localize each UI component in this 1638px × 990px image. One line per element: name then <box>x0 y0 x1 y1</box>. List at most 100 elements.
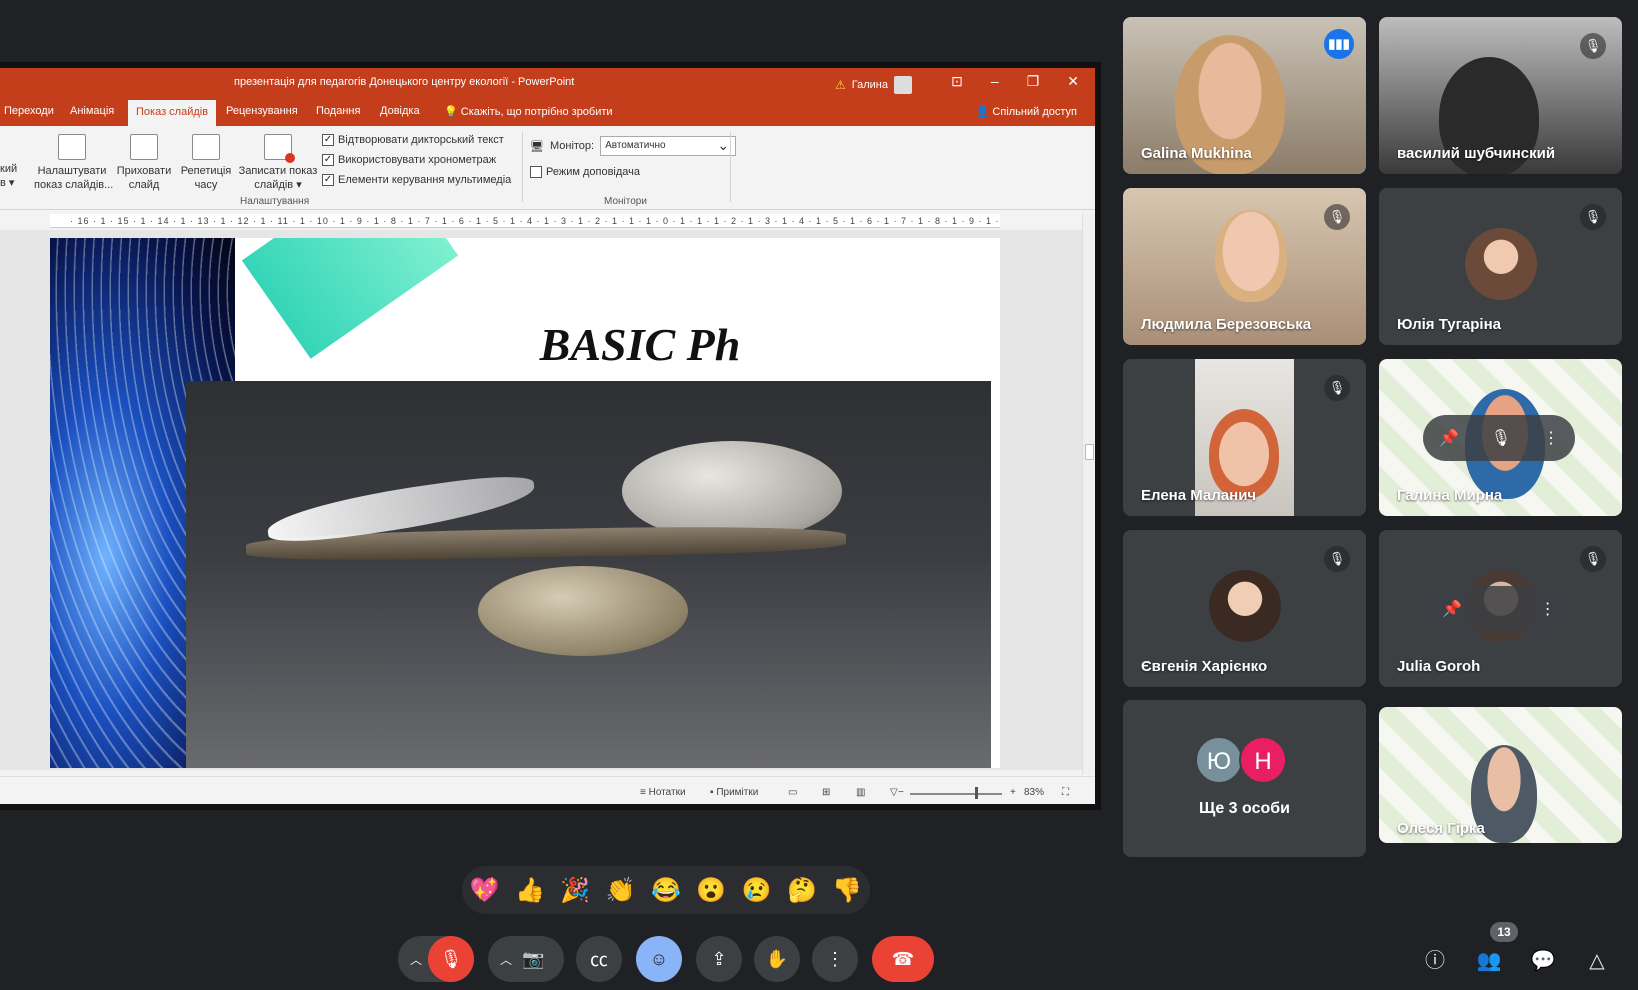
pin-icon[interactable]: 📌 <box>1439 428 1459 448</box>
activities-icon[interactable]: △ <box>1582 946 1612 976</box>
leave-call-button[interactable]: ☎ <box>872 936 934 982</box>
tell-me-search[interactable]: 💡 Скажіть, що потрібно зробити <box>444 105 613 118</box>
raise-hand-button[interactable]: ✋ <box>754 936 800 982</box>
media-controls-checkbox[interactable]: ✓ Елементи керування мультимедіа <box>322 174 511 186</box>
tab-help[interactable]: Довідка <box>380 105 420 117</box>
presenter-view-checkbox[interactable]: Режим доповідача <box>530 166 640 178</box>
fit-to-window-icon[interactable]: ⛶ <box>1062 787 1069 798</box>
camera-control-group[interactable]: ︿ 📷 <box>488 936 564 982</box>
participant-tile[interactable]: 📌 ⋮ 🎙 Julia Goroh <box>1379 530 1622 687</box>
slide-balance-photo <box>186 381 991 768</box>
tab-transitions[interactable]: Переходи <box>4 105 54 117</box>
zoom-in-icon[interactable]: + <box>1010 787 1016 798</box>
zoom-level[interactable]: 83% <box>1024 787 1044 798</box>
meeting-info-icon[interactable]: ⓘ <box>1420 946 1450 976</box>
monitor-icon: 🖥 <box>530 140 544 153</box>
reaction-thumbs-down[interactable]: 👎 <box>832 876 862 905</box>
participant-tile[interactable]: 🎙 Людмила Березовська <box>1123 188 1366 345</box>
hide-slide-icon <box>130 134 158 160</box>
play-narrations-label: Відтворювати дикторський текст <box>338 134 504 146</box>
reaction-thumbs-up[interactable]: 👍 <box>515 876 545 905</box>
participant-name: Юлія Тугаріна <box>1397 316 1501 333</box>
play-narrations-checkbox[interactable]: ✓ Відтворювати дикторський текст <box>322 134 504 146</box>
reaction-sad[interactable]: 😢 <box>742 876 772 905</box>
participant-tile[interactable]: ▮▮▮ Galina Mukhina <box>1123 17 1366 174</box>
minimize-icon[interactable]: – <box>991 73 999 90</box>
present-screen-icon: ⇪ <box>711 948 727 969</box>
participant-tile[interactable]: 🎙 василий шубчинский <box>1379 17 1622 174</box>
participant-tile[interactable]: 🎙 Елена Маланич <box>1123 359 1366 516</box>
participant-initial-avatar: Ю <box>1195 736 1243 784</box>
comments-button[interactable]: ▪ Примітки <box>710 787 758 798</box>
restore-icon[interactable]: ❐ <box>1027 73 1040 90</box>
monitor-dropdown[interactable]: Автоматично <box>600 136 737 156</box>
participant-tile[interactable]: 🎙 Юлія Тугаріна <box>1379 188 1622 345</box>
shared-screen-powerpoint: презентація для педагогів Донецького цен… <box>0 62 1101 810</box>
mic-off-icon: 🎙 <box>1580 33 1606 59</box>
group-setup-label: Налаштування <box>240 196 310 207</box>
rehearse-timings-button[interactable]: Репетиція часу <box>180 134 232 192</box>
tab-view[interactable]: Подання <box>316 105 360 117</box>
normal-view-icon[interactable]: ▭ <box>788 787 797 798</box>
reading-view-icon[interactable]: ▥ <box>856 787 865 798</box>
setup-show-button[interactable]: Налаштувати показ слайдів... <box>34 134 113 192</box>
zoom-slider-thumb[interactable] <box>975 787 978 799</box>
vertical-scrollbar[interactable] <box>1082 214 1095 774</box>
captions-button[interactable]: ㏄ <box>576 936 622 982</box>
notes-button[interactable]: ≡ Нотатки <box>640 787 686 798</box>
chat-icon[interactable]: 💬 <box>1528 946 1558 976</box>
tile-hover-controls: 📌 ⋮ <box>1423 586 1575 632</box>
reaction-heart[interactable]: 💖 <box>470 876 500 905</box>
more-options-icon[interactable]: ⋮ <box>1540 599 1556 619</box>
people-icon[interactable]: 👥 <box>1474 946 1504 976</box>
scrollbar-thumb[interactable] <box>1085 444 1094 460</box>
comments-label: Примітки <box>716 787 759 798</box>
checkmark-icon: ✓ <box>322 134 334 146</box>
horizontal-ruler: · 16 · 1 · 15 · 1 · 14 · 1 · 13 · 1 · 12… <box>50 214 1000 228</box>
mute-participant-icon[interactable]: 🎙 <box>1491 428 1511 448</box>
share-button[interactable]: 👤 Спільний доступ <box>976 105 1077 118</box>
slideshow-view-icon[interactable]: ▽ <box>890 787 898 798</box>
participant-tile[interactable]: 📌 🎙 ⋮ Галина Мирна <box>1379 359 1622 516</box>
pin-icon[interactable]: 📌 <box>1442 599 1462 619</box>
ribbon-partial-button[interactable]: кий в ▾ <box>0 162 17 190</box>
zoom-out-icon[interactable]: − <box>898 787 904 798</box>
tile-hover-controls: 📌 🎙 ⋮ <box>1423 415 1575 461</box>
participant-name: Галина Мирна <box>1397 487 1503 504</box>
ppt-title-bar: презентація для педагогів Донецького цен… <box>0 68 1095 96</box>
ribbon-display-icon[interactable]: ⊡ <box>951 73 963 90</box>
group-monitors-label: Монітори <box>604 196 647 207</box>
close-icon[interactable]: ✕ <box>1067 73 1079 90</box>
reaction-surprised[interactable]: 😮 <box>696 876 726 905</box>
reaction-clap[interactable]: 👏 <box>606 876 636 905</box>
tab-slide-show[interactable]: Показ слайдів <box>128 100 217 127</box>
tab-review[interactable]: Рецензування <box>226 105 298 117</box>
reactions-button[interactable]: ☺ <box>636 936 682 982</box>
hide-slide-button[interactable]: Приховати слайд <box>114 134 174 192</box>
chevron-up-icon[interactable]: ︿ <box>500 951 512 968</box>
participant-tile[interactable]: 🎙 Євгенія Харієнко <box>1123 530 1366 687</box>
mic-toggle-button[interactable]: 🎙 <box>428 936 474 982</box>
more-participants-tile[interactable]: Ю Н Ще 3 особи <box>1123 700 1366 857</box>
use-timings-checkbox[interactable]: ✓ Використовувати хронометраж <box>322 154 496 166</box>
tab-animation[interactable]: Анімація <box>70 105 114 117</box>
more-vert-icon: ⋮ <box>826 948 844 969</box>
reaction-party[interactable]: 🎉 <box>560 876 590 905</box>
present-button[interactable]: ⇪ <box>696 936 742 982</box>
participant-count-badge: 13 <box>1490 922 1518 942</box>
chevron-up-icon[interactable]: ︿ <box>410 951 422 968</box>
presenter-view-label: Режим доповідача <box>546 166 641 178</box>
more-options-icon[interactable]: ⋮ <box>1543 428 1559 448</box>
zoom-slider[interactable] <box>910 793 1002 795</box>
record-slideshow-button[interactable]: Записати показ слайдів ▾ <box>236 134 320 192</box>
participant-name: василий шубчинский <box>1397 145 1556 162</box>
slide-canvas[interactable]: BASIC Ph <box>50 238 1000 768</box>
mic-off-icon: 🎙 <box>439 948 463 969</box>
reaction-laugh[interactable]: 😂 <box>651 876 681 905</box>
more-people-label: Ще 3 особи <box>1199 800 1290 817</box>
participant-tile[interactable]: Олеся Гірка <box>1379 707 1622 843</box>
slide-sorter-icon[interactable]: ⊞ <box>822 787 830 798</box>
user-avatar-icon <box>893 76 912 94</box>
more-options-button[interactable]: ⋮ <box>812 936 858 982</box>
reaction-thinking[interactable]: 🤔 <box>787 876 817 905</box>
